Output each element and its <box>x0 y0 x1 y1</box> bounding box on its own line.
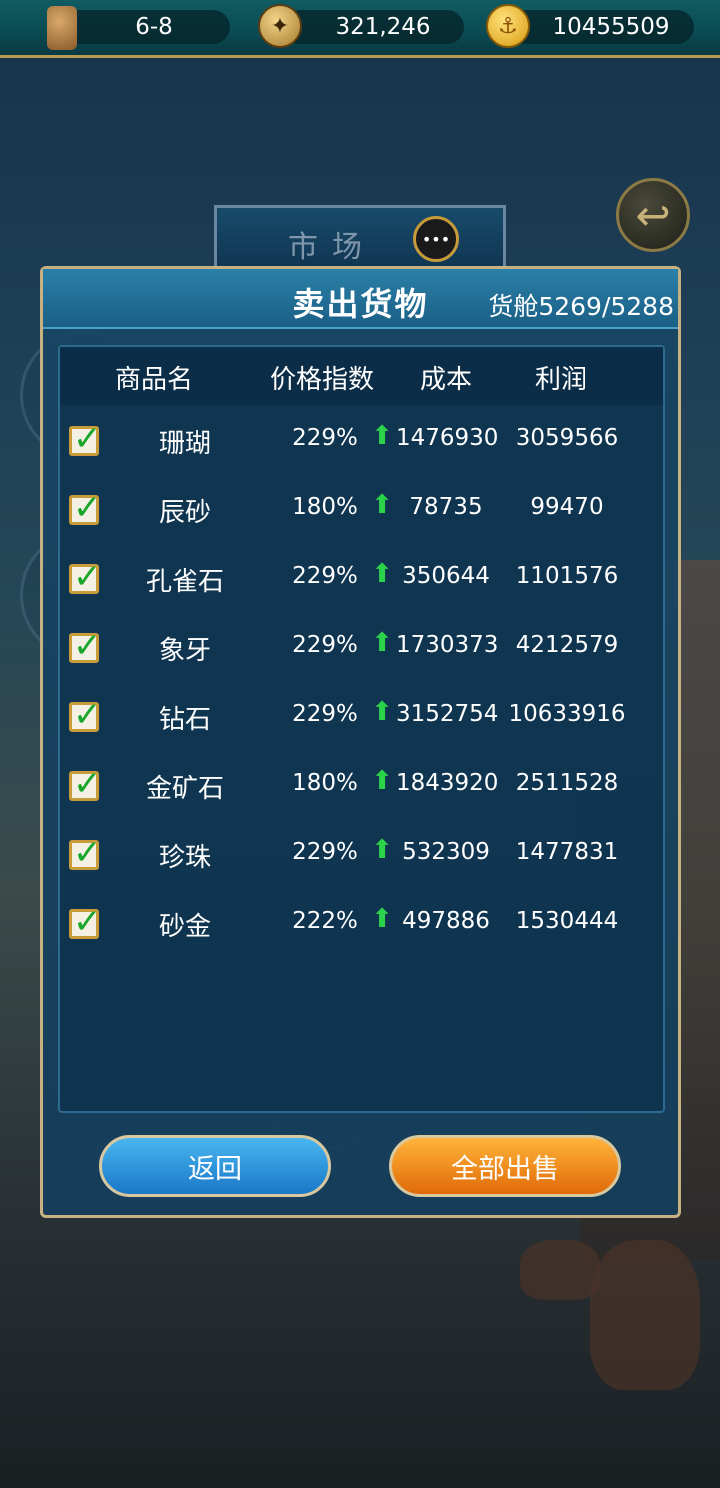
goods-cost: 3152754 <box>396 701 499 727</box>
table-row: 象牙 229% ⬆ 1730373 4212579 <box>60 624 663 693</box>
market-tab: 市场 ••• <box>214 205 506 275</box>
sell-all-button[interactable]: 全部出售 <box>389 1135 621 1197</box>
back-button[interactable]: 返回 <box>99 1135 331 1197</box>
goods-name: 孔雀石 <box>145 567 224 597</box>
column-header-cost: 成本 <box>420 365 473 395</box>
goods-table: 商品名 价格指数 成本 利润 珊瑚 229% ⬆ 1476930 3059566… <box>58 345 665 1113</box>
price-index: 229% <box>292 563 358 589</box>
cargo-capacity: 货舱5269/5288 <box>488 292 674 321</box>
table-header: 商品名 价格指数 成本 利润 <box>60 347 663 405</box>
goods-cost: 78735 <box>409 494 483 520</box>
price-index: 222% <box>292 908 358 934</box>
price-index: 229% <box>292 839 358 865</box>
price-index: 229% <box>292 701 358 727</box>
goods-name: 金矿石 <box>145 774 224 804</box>
price-index: 229% <box>292 425 358 451</box>
up-arrow-icon: ⬆ <box>371 421 393 451</box>
gold-value: 10455509 <box>552 14 670 40</box>
goods-cost: 1476930 <box>396 425 499 451</box>
row-checkbox[interactable] <box>69 833 102 873</box>
table-row: 珍珠 229% ⬆ 532309 1477831 <box>60 831 663 900</box>
goods-profit: 1530444 <box>515 908 619 934</box>
goods-name: 砂金 <box>158 912 211 942</box>
row-checkbox[interactable] <box>69 626 102 666</box>
goods-profit: 99470 <box>530 494 604 520</box>
table-row: 珊瑚 229% ⬆ 1476930 3059566 <box>60 417 663 486</box>
goods-name: 珊瑚 <box>158 429 211 459</box>
goods-name: 象牙 <box>158 636 211 666</box>
top-resource-bar: 6-8 321,246 10455509 <box>0 0 720 58</box>
up-arrow-icon: ⬆ <box>371 766 393 796</box>
row-checkbox[interactable] <box>69 557 102 597</box>
dialog-header: 卖出货物 货舱5269/5288 <box>43 269 678 329</box>
row-checkbox[interactable] <box>69 419 102 459</box>
up-arrow-icon: ⬆ <box>371 904 393 934</box>
market-tab-label: 市场 <box>288 230 376 265</box>
goods-cost: 350644 <box>402 563 490 589</box>
hourglass-icon <box>40 6 84 50</box>
row-checkbox[interactable] <box>69 764 102 804</box>
table-row: 钻石 229% ⬆ 3152754 10633916 <box>60 693 663 762</box>
goods-cost: 1730373 <box>396 632 499 658</box>
column-header-price-index: 价格指数 <box>270 365 375 395</box>
chat-bubble-icon[interactable]: ••• <box>413 216 459 262</box>
up-arrow-icon: ⬆ <box>371 697 393 727</box>
goods-name: 辰砂 <box>158 498 211 528</box>
up-arrow-icon: ⬆ <box>371 628 393 658</box>
return-arrow-button[interactable]: ↩ <box>616 178 690 252</box>
up-arrow-icon: ⬆ <box>371 835 393 865</box>
goods-name: 珍珠 <box>158 843 211 873</box>
background-jar <box>590 1240 700 1390</box>
goods-profit: 2511528 <box>515 770 619 796</box>
compass-resource: 321,246 <box>282 10 464 44</box>
goods-profit: 10633916 <box>508 701 626 727</box>
goods-profit: 4212579 <box>515 632 619 658</box>
table-row: 孔雀石 229% ⬆ 350644 1101576 <box>60 555 663 624</box>
goods-profit: 1101576 <box>515 563 619 589</box>
goods-cost: 532309 <box>402 839 490 865</box>
background-jar <box>520 1240 600 1300</box>
goods-profit: 3059566 <box>515 425 619 451</box>
price-index: 180% <box>292 494 358 520</box>
column-header-profit: 利润 <box>535 365 588 395</box>
row-checkbox[interactable] <box>69 902 102 942</box>
price-index: 180% <box>292 770 358 796</box>
goods-profit: 1477831 <box>515 839 619 865</box>
goods-name: 钻石 <box>158 705 211 735</box>
compass-value: 321,246 <box>335 14 431 40</box>
up-arrow-icon: ⬆ <box>371 559 393 589</box>
table-row: 砂金 222% ⬆ 497886 1530444 <box>60 900 663 969</box>
goods-cost: 1843920 <box>396 770 499 796</box>
sell-goods-dialog: 卖出货物 货舱5269/5288 商品名 价格指数 成本 利润 珊瑚 229% … <box>40 266 681 1218</box>
row-checkbox[interactable] <box>69 695 102 735</box>
compass-icon <box>258 4 302 48</box>
column-header-name: 商品名 <box>115 365 194 395</box>
up-arrow-icon: ⬆ <box>371 490 393 520</box>
table-row: 金矿石 180% ⬆ 1843920 2511528 <box>60 762 663 831</box>
gold-coin-icon <box>486 4 530 48</box>
price-index: 229% <box>292 632 358 658</box>
gold-resource: 10455509 <box>508 10 694 44</box>
table-row: 辰砂 180% ⬆ 78735 99470 <box>60 486 663 555</box>
goods-cost: 497886 <box>402 908 490 934</box>
row-checkbox[interactable] <box>69 488 102 528</box>
